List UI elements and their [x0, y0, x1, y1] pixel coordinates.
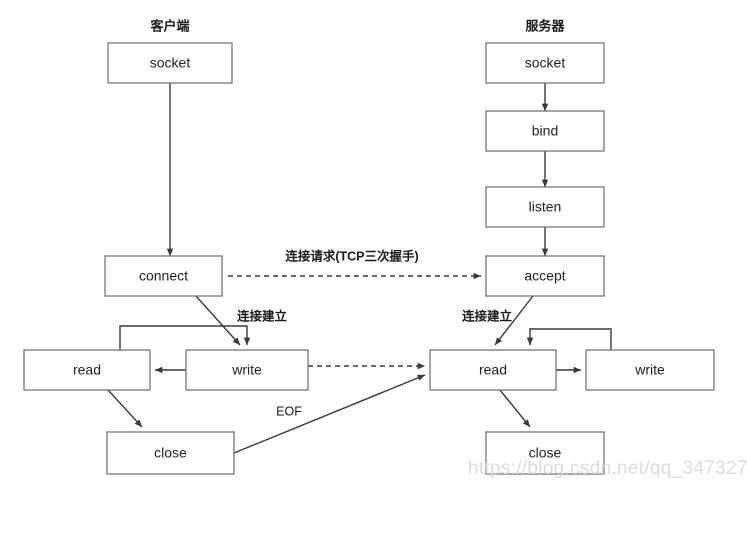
edge-label-connection-established-client: 连接建立	[237, 308, 288, 323]
node-server-write-label: write	[634, 362, 665, 378]
edge-label-connection-established-server: 连接建立	[462, 308, 513, 323]
node-client-read-label: read	[73, 362, 101, 378]
watermark-text: https://blog.csdn.net/qq_34732729	[468, 458, 747, 479]
node-server-listen-label: listen	[529, 199, 562, 215]
edge-client-read-loop-to-write	[119, 325, 251, 350]
edge-connect-to-client-write	[195, 295, 241, 346]
node-server-bind[interactable]: bind	[485, 110, 605, 152]
edge-server-read-to-close	[499, 389, 531, 428]
node-client-connect[interactable]: connect	[104, 255, 223, 297]
edge-label-connect-request: 连接请求(TCP三次握手)	[285, 248, 418, 263]
column-header-client: 客户端	[150, 18, 189, 33]
node-server-bind-label: bind	[532, 123, 558, 139]
node-client-write[interactable]: write	[185, 349, 309, 391]
node-server-accept[interactable]: accept	[485, 255, 605, 297]
node-client-close[interactable]: close	[106, 431, 235, 475]
node-server-read-label: read	[479, 362, 507, 378]
edge-server-write-loop-to-read	[526, 328, 612, 350]
node-client-read[interactable]: read	[23, 349, 151, 391]
node-server-accept-label: accept	[524, 268, 565, 284]
node-server-listen[interactable]: listen	[485, 186, 605, 228]
edge-client-read-to-close	[107, 389, 143, 428]
column-header-server: 服务器	[525, 18, 565, 33]
node-client-close-label: close	[154, 445, 187, 461]
node-client-write-label: write	[231, 362, 262, 378]
node-client-connect-label: connect	[139, 268, 188, 284]
node-server-read[interactable]: read	[429, 349, 557, 391]
socket-flow-diagram: 客户端 服务器 accept (TCP three-way handshake)…	[23, 18, 747, 479]
node-server-socket-label: socket	[525, 55, 566, 71]
node-server-write[interactable]: write	[585, 349, 715, 391]
node-server-socket[interactable]: socket	[485, 42, 605, 84]
node-client-socket-label: socket	[150, 55, 191, 71]
node-client-socket[interactable]: socket	[107, 42, 233, 84]
edge-label-eof: EOF	[276, 404, 302, 418]
